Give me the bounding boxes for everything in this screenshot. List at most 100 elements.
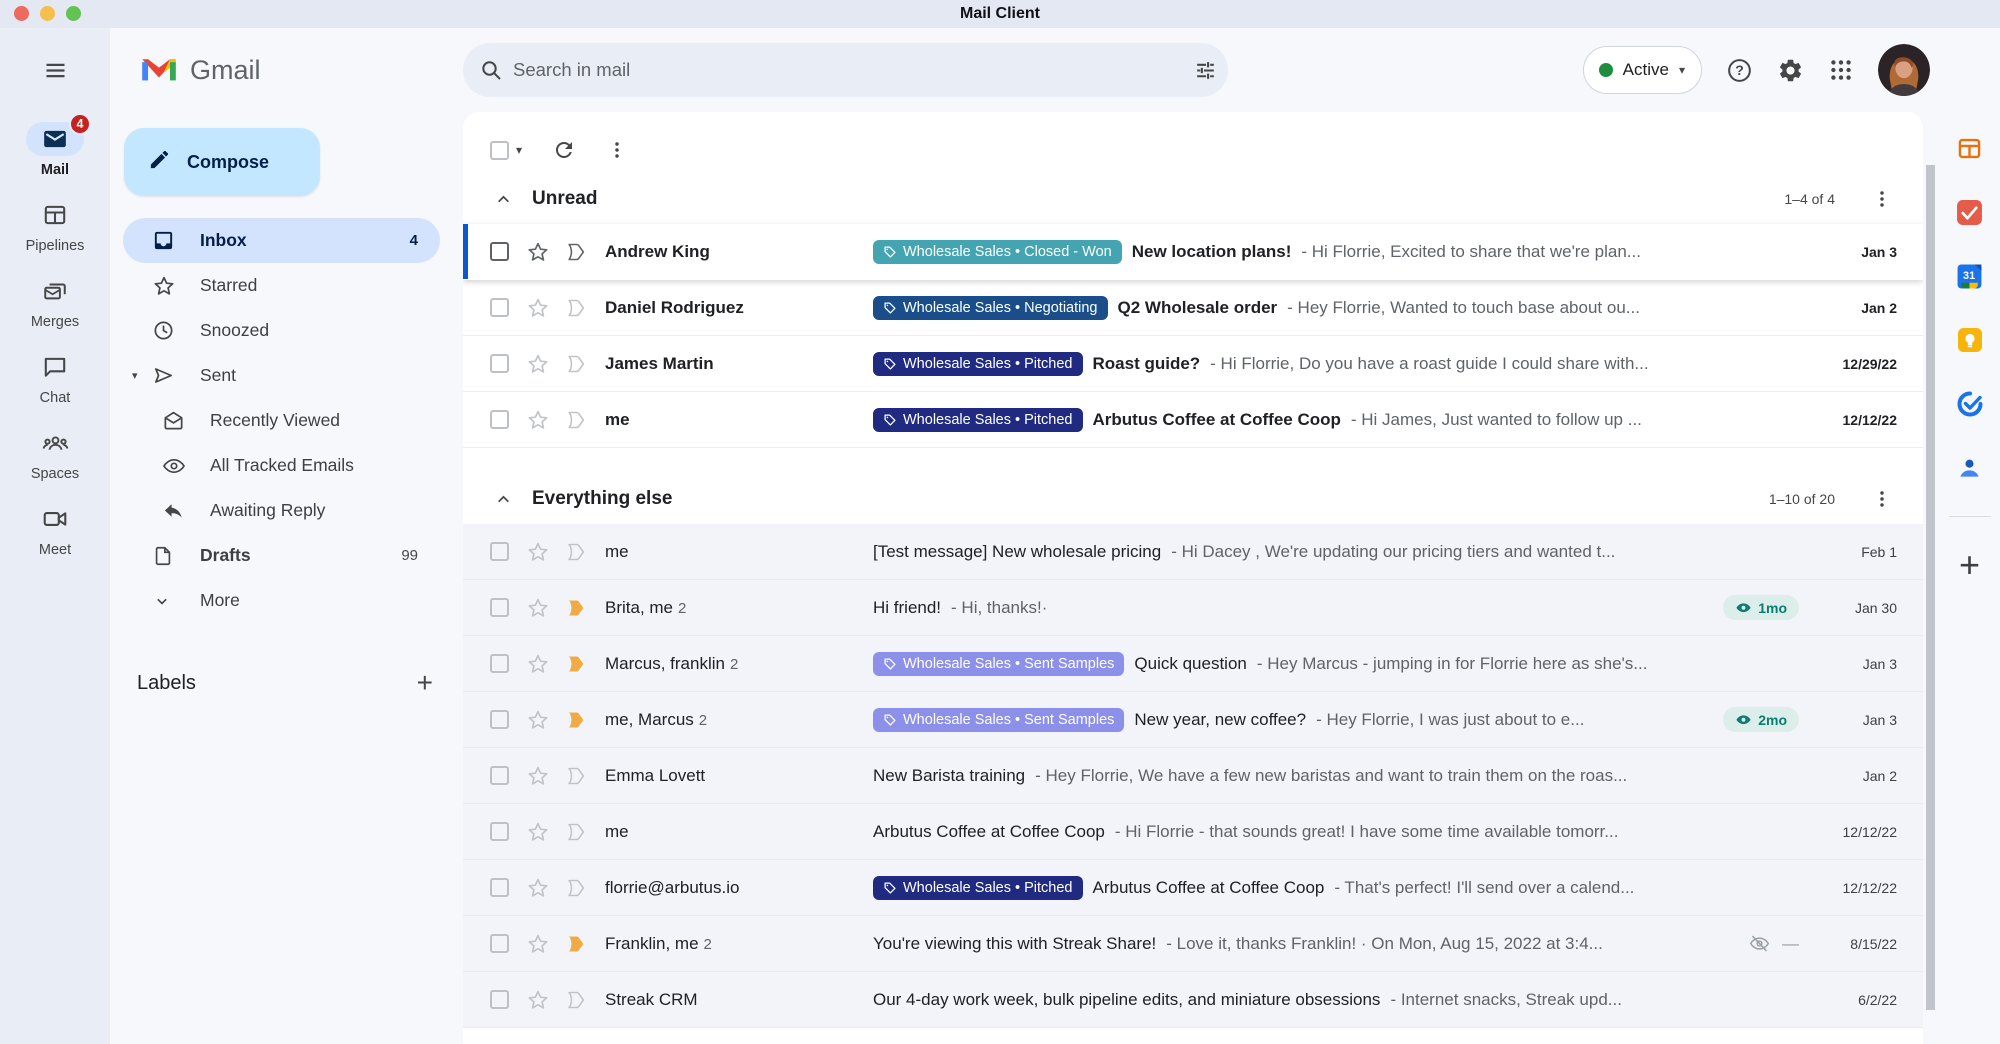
select-dropdown-icon[interactable]: ▾ [516, 143, 522, 157]
row-checkbox[interactable] [490, 354, 509, 373]
streak-box-icon[interactable] [565, 821, 587, 843]
star-icon[interactable] [526, 932, 550, 956]
gmail-logo[interactable]: Gmail [110, 49, 463, 92]
rail-item-mail[interactable]: 4Mail [26, 122, 84, 178]
row-checkbox[interactable] [490, 878, 509, 897]
calendar-icon[interactable]: 31 [1950, 256, 1990, 296]
rail-item-spaces[interactable]: Spaces [26, 426, 84, 482]
nav-item-starred[interactable]: Starred [123, 263, 440, 308]
row-checkbox[interactable] [490, 822, 509, 841]
help-icon[interactable]: ? [1726, 57, 1753, 84]
email-row[interactable]: me, Marcus2Wholesale Sales • Sent Sample… [463, 692, 1923, 748]
collapse-section-icon[interactable] [493, 189, 514, 210]
email-row[interactable]: Andrew KingWholesale Sales • Closed - Wo… [463, 224, 1923, 280]
rail-item-merges[interactable]: Merges [26, 274, 84, 330]
star-icon[interactable] [526, 988, 550, 1012]
star-icon[interactable] [526, 296, 550, 320]
status-dropdown[interactable]: Active ▾ [1583, 46, 1702, 94]
row-checkbox[interactable] [490, 598, 509, 617]
search-input[interactable] [511, 58, 1193, 82]
star-icon[interactable] [526, 876, 550, 900]
add-label-button[interactable]: + [417, 669, 433, 697]
star-icon[interactable] [526, 596, 550, 620]
refresh-icon[interactable] [552, 138, 576, 162]
apps-grid-icon[interactable] [1828, 57, 1854, 83]
tasks-icon[interactable] [1950, 384, 1990, 424]
nav-item-all-tracked-emails[interactable]: All Tracked Emails [123, 443, 440, 488]
search-filter-icon[interactable] [1193, 58, 1218, 83]
email-row[interactable]: Brita, me2Hi friend!- Hi, thanks!·1moJan… [463, 580, 1923, 636]
star-icon[interactable] [526, 820, 550, 844]
select-all-checkbox[interactable] [490, 141, 509, 160]
email-row[interactable]: Daniel RodriguezWholesale Sales • Negoti… [463, 280, 1923, 336]
row-checkbox[interactable] [490, 654, 509, 673]
nav-item-recently-viewed[interactable]: Recently Viewed [123, 398, 440, 443]
user-avatar[interactable] [1878, 44, 1930, 96]
contacts-icon[interactable] [1950, 448, 1990, 488]
nav-item-awaiting-reply[interactable]: Awaiting Reply [123, 488, 440, 533]
email-row[interactable]: Streak CRMOur 4-day work week, bulk pipe… [463, 972, 1923, 1028]
star-icon[interactable] [526, 540, 550, 564]
streak-box-icon[interactable] [565, 877, 587, 899]
streak-box-icon[interactable] [565, 597, 587, 619]
rail-item-meet[interactable]: Meet [26, 502, 84, 558]
streak-box-icon[interactable] [565, 541, 587, 563]
star-icon[interactable] [526, 352, 550, 376]
rail-item-chat[interactable]: Chat [26, 350, 84, 406]
star-icon[interactable] [526, 652, 550, 676]
more-options-icon[interactable] [606, 139, 628, 161]
nav-item-sent[interactable]: ▾Sent [123, 353, 440, 398]
rail-item-pipelines[interactable]: Pipelines [26, 198, 85, 254]
section-more-options-icon[interactable] [1871, 488, 1893, 510]
mail-tracking-icon[interactable] [1950, 192, 1990, 232]
nav-item-snoozed[interactable]: Snoozed [123, 308, 440, 353]
row-checkbox[interactable] [490, 766, 509, 785]
streak-box-icon[interactable] [565, 409, 587, 431]
row-checkbox[interactable] [490, 242, 509, 261]
section-more-options-icon[interactable] [1871, 188, 1893, 210]
close-window-button[interactable] [14, 6, 29, 21]
streak-box-icon[interactable] [565, 933, 587, 955]
search-icon[interactable] [479, 58, 503, 82]
email-row[interactable]: Emma LovettNew Barista training- Hey Flo… [463, 748, 1923, 804]
nav-item-inbox[interactable]: Inbox4 [123, 218, 440, 263]
email-row[interactable]: meWholesale Sales • PitchedArbutus Coffe… [463, 392, 1923, 448]
minimize-window-button[interactable] [40, 6, 55, 21]
email-row[interactable]: James MartinWholesale Sales • PitchedRoa… [463, 336, 1923, 392]
hamburger-menu-icon[interactable] [42, 57, 69, 84]
streak-box-icon[interactable] [565, 353, 587, 375]
row-checkbox[interactable] [490, 990, 509, 1009]
streak-box-icon[interactable] [565, 765, 587, 787]
nav-item-drafts[interactable]: Drafts99 [123, 533, 440, 578]
collapse-section-icon[interactable] [493, 489, 514, 510]
email-row[interactable]: me[Test message] New wholesale pricing- … [463, 524, 1923, 580]
star-icon[interactable] [526, 708, 550, 732]
streak-box-icon[interactable] [565, 709, 587, 731]
settings-gear-icon[interactable] [1777, 57, 1804, 84]
keep-icon[interactable] [1950, 320, 1990, 360]
email-row[interactable]: Marcus, franklin2Wholesale Sales • Sent … [463, 636, 1923, 692]
row-checkbox[interactable] [490, 542, 509, 561]
star-icon[interactable] [526, 240, 550, 264]
scrollbar-thumb[interactable] [1926, 165, 1935, 1010]
email-row[interactable]: Franklin, me2You're viewing this with St… [463, 916, 1923, 972]
expander-caret-icon[interactable]: ▾ [132, 369, 138, 382]
get-addons-button[interactable]: + [1950, 545, 1990, 585]
row-checkbox[interactable] [490, 410, 509, 429]
email-row[interactable]: meArbutus Coffee at Coffee Coop- Hi Flor… [463, 804, 1923, 860]
compose-button[interactable]: Compose [124, 128, 320, 196]
row-checkbox[interactable] [490, 298, 509, 317]
row-checkbox[interactable] [490, 934, 509, 953]
streak-box-icon[interactable] [565, 653, 587, 675]
streak-pipelines-icon[interactable] [1950, 128, 1990, 168]
email-row[interactable]: florrie@arbutus.ioWholesale Sales • Pitc… [463, 860, 1923, 916]
star-icon[interactable] [526, 764, 550, 788]
search-bar[interactable] [463, 43, 1228, 97]
maximize-window-button[interactable] [66, 6, 81, 21]
nav-item-more[interactable]: More [123, 578, 440, 623]
star-icon[interactable] [526, 408, 550, 432]
streak-box-icon[interactable] [565, 989, 587, 1011]
streak-box-icon[interactable] [565, 241, 587, 263]
streak-box-icon[interactable] [565, 297, 587, 319]
row-checkbox[interactable] [490, 710, 509, 729]
